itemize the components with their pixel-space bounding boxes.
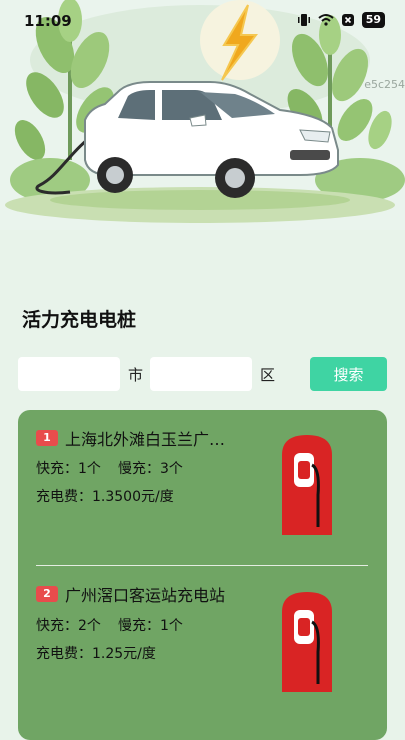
slow-charge-count: 慢充：3个 [118,461,183,477]
station-list: 1 上海北外滩白玉兰广… 快充：1个 慢充：3个 充电费：1.3500元/度 2… [18,410,387,740]
status-time: 11:09 [24,12,72,30]
charge-fee: 充电费：1.3500元/度 [36,489,174,505]
station-name: 上海北外滩白玉兰广… [65,430,226,449]
city-input[interactable] [18,357,120,391]
station-item[interactable]: 1 上海北外滩白玉兰广… 快充：1个 慢充：3个 充电费：1.3500元/度 [18,410,387,560]
page-title: 活力充电电桩 [22,309,137,331]
station-index-badge: 1 [36,430,58,446]
battery-icon: 59 [361,12,385,28]
vibrate-icon [296,12,312,28]
fast-charge-count: 快充：1个 [36,461,101,477]
search-row: 市 区 搜索 [18,357,388,393]
status-icons: 59 [296,12,385,28]
city-unit-label: 市 [128,366,144,384]
station-item[interactable]: 2 广州滘口客运站充电站 快充：2个 慢充：1个 充电费：1.25元/度 [18,570,387,720]
slow-charge-count: 慢充：1个 [118,618,183,634]
charger-icon [282,592,332,692]
list-divider [36,565,368,566]
fast-charge-count: 快充：2个 [36,618,101,634]
station-name: 广州滘口客运站充电站 [65,586,226,605]
district-input[interactable] [150,357,252,391]
search-button[interactable]: 搜索 [310,357,387,391]
status-bar: 11:09 59 [0,0,405,44]
charger-icon [282,435,332,535]
wifi-icon [318,12,334,28]
station-index-badge: 2 [36,586,58,602]
charge-fee: 充电费：1.25元/度 [36,646,156,662]
sim-off-icon [340,12,356,28]
district-unit-label: 区 [260,366,276,384]
watermark-text: e5c254 [364,78,405,91]
